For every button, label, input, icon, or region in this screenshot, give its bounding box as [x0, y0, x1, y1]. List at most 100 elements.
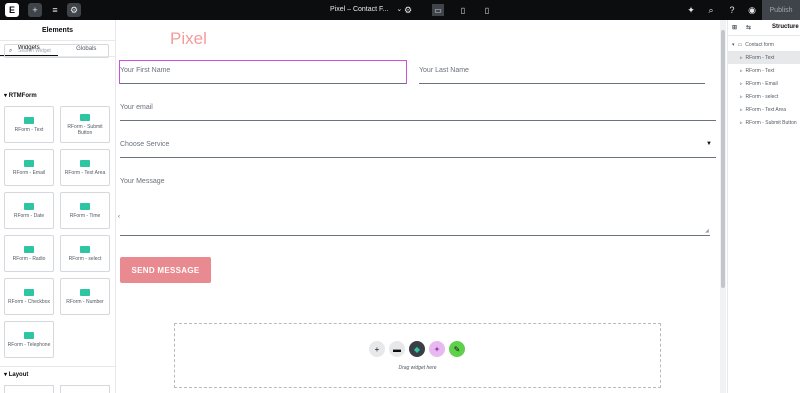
structure-header: ⊞ ⇆ Structure: [728, 20, 800, 36]
search-widget-input[interactable]: ⌕ Search Widget: [4, 44, 109, 58]
structure-icon[interactable]: ≡: [48, 3, 62, 17]
tree-item[interactable]: ▹ RForm - Submit Button: [728, 116, 800, 129]
radio-icon: [24, 245, 34, 253]
tree-root-label: Contact form: [745, 41, 774, 48]
underline: [120, 120, 716, 121]
tablet-icon[interactable]: ▯: [457, 4, 469, 16]
caret-down-icon: ▾: [732, 41, 735, 48]
widget-label: RForm - Email: [12, 169, 46, 176]
widget-label: RForm - select: [68, 255, 102, 262]
message-textarea[interactable]: Your Message: [120, 178, 165, 185]
text-field-icon: [24, 116, 34, 124]
search-icon[interactable]: ⌕: [704, 3, 718, 17]
section-layout[interactable]: ▾ Layout: [4, 371, 28, 378]
tree-root[interactable]: ▾ ▭ Contact form: [728, 38, 800, 51]
pin-icon[interactable]: ⇆: [746, 24, 751, 31]
number-icon: [80, 288, 90, 296]
textarea-icon: ▹: [740, 106, 743, 113]
widget-label: RForm - Date: [13, 212, 45, 219]
container-icon: ▭: [737, 41, 743, 48]
tree-item-label: RForm - Text: [745, 54, 775, 61]
last-name-field[interactable]: Your Last Name: [419, 67, 469, 74]
widget-partial[interactable]: [4, 385, 54, 393]
phone-icon: [24, 331, 34, 339]
editor-canvas: Pixel Your First Name Your Last Name You…: [116, 20, 719, 393]
widget-rform-radio[interactable]: RForm - Radio: [4, 235, 54, 272]
panel-title: Elements: [0, 20, 115, 41]
tree-item-label: RForm - Text Area: [745, 106, 786, 113]
widget-rform-date[interactable]: RForm - Date: [4, 192, 54, 229]
widget-rform-submit[interactable]: RForm - Submit Button: [60, 106, 110, 143]
whats-new-icon[interactable]: ✦: [684, 3, 698, 17]
widget-label: RForm - Telephone: [7, 341, 51, 348]
widget-label: RForm - Number: [66, 298, 104, 305]
top-bar: E + ≡ ⚙ Pixel – Contact F... ⌄ ⚙ ▭ ▯ ▯ ✦…: [0, 0, 800, 20]
drop-zone[interactable]: + ▬ ◆ ✦ ✎ Drag widget here: [174, 323, 661, 388]
widget-rform-select[interactable]: RForm - select: [60, 235, 110, 272]
plugin-icon[interactable]: ✎: [449, 341, 465, 357]
add-section-icon[interactable]: +: [369, 341, 385, 357]
drop-zone-actions: + ▬ ◆ ✦ ✎: [369, 341, 465, 357]
service-select[interactable]: Choose Service: [120, 141, 169, 148]
tree-item[interactable]: ▹ RForm - select: [728, 90, 800, 103]
email-field[interactable]: Your email: [120, 104, 153, 111]
calendar-icon: [24, 202, 34, 210]
collapse-panel-icon[interactable]: ‹: [116, 210, 122, 224]
submit-button-icon: [80, 113, 90, 121]
section-rtmform-label: RTMForm: [8, 93, 37, 99]
tree-item[interactable]: ▹ RForm - Text: [728, 64, 800, 77]
widget-label: RForm - Radio: [12, 255, 46, 262]
publish-button[interactable]: Publish: [762, 0, 800, 20]
expand-icon[interactable]: ⊞: [732, 24, 737, 31]
clock-icon: [80, 202, 90, 210]
email-field-icon: ▹: [740, 80, 743, 87]
submit-button-icon: ▹: [740, 119, 743, 126]
desktop-icon[interactable]: ▭: [432, 4, 444, 16]
preview-eye-icon[interactable]: ◉: [745, 3, 759, 17]
elementor-logo-icon[interactable]: E: [5, 3, 19, 17]
mobile-icon[interactable]: ▯: [481, 4, 493, 16]
first-name-field[interactable]: Your First Name: [120, 67, 170, 74]
tree-item[interactable]: ▹ RForm - Text Area: [728, 103, 800, 116]
resize-handle-icon[interactable]: ◢: [705, 228, 709, 234]
divider: [0, 366, 116, 367]
ai-sparkle-icon[interactable]: ✦: [429, 341, 445, 357]
widget-label: RForm - Submit Button: [67, 123, 103, 136]
add-element-icon[interactable]: +: [28, 3, 42, 17]
widget-rform-number[interactable]: RForm - Number: [60, 278, 110, 315]
help-icon[interactable]: ?: [725, 3, 739, 17]
scroll-thumb[interactable]: [721, 30, 725, 288]
template-library-icon[interactable]: ▬: [389, 341, 405, 357]
widget-rform-checkbox[interactable]: RForm - Checkbox: [4, 278, 54, 315]
widget-label: RForm - Text Area: [64, 169, 106, 176]
tree-item[interactable]: ▹ RForm - Text: [728, 51, 800, 64]
kit-icon[interactable]: ◆: [409, 341, 425, 357]
widget-partial[interactable]: [60, 385, 110, 393]
underline: [120, 235, 710, 236]
page-settings-icon[interactable]: ⚙: [401, 3, 415, 17]
widget-rform-telephone[interactable]: RForm - Telephone: [4, 321, 54, 358]
send-message-button[interactable]: SEND MESSAGE: [120, 257, 211, 283]
checkbox-icon: [24, 288, 34, 296]
section-layout-label: Layout: [8, 372, 29, 378]
widget-rform-text[interactable]: RForm - Text: [4, 106, 54, 143]
page-title-dropdown[interactable]: Pixel – Contact F... ⌄: [330, 5, 402, 13]
site-settings-icon[interactable]: ⚙: [67, 3, 81, 17]
widget-rform-email[interactable]: RForm - Email: [4, 149, 54, 186]
underline: [419, 83, 705, 84]
text-field-icon: ▹: [740, 54, 743, 61]
search-placeholder: Search Widget: [18, 48, 51, 54]
section-rtmform[interactable]: ▾ RTMForm: [4, 92, 37, 99]
text-field-icon: ▹: [740, 67, 743, 74]
widget-label: RForm - Checkbox: [8, 298, 50, 305]
select-icon: ▹: [740, 93, 743, 100]
widget-rform-time[interactable]: RForm - Time: [60, 192, 110, 229]
widget-rform-textarea[interactable]: RForm - Text Area: [60, 149, 110, 186]
tree-item-label: RForm - Submit Button: [745, 119, 797, 126]
structure-panel: ⊞ ⇆ Structure ▾ ▭ Contact form ▹ RForm - …: [727, 20, 800, 393]
canvas-scrollbar[interactable]: [720, 20, 726, 393]
brand-title: Pixel: [170, 29, 207, 48]
tree-item[interactable]: ▹ RForm - Email: [728, 77, 800, 90]
widget-grid: RForm - Text RForm - Submit Button RForm…: [4, 106, 110, 358]
structure-title: Structure: [772, 24, 799, 30]
